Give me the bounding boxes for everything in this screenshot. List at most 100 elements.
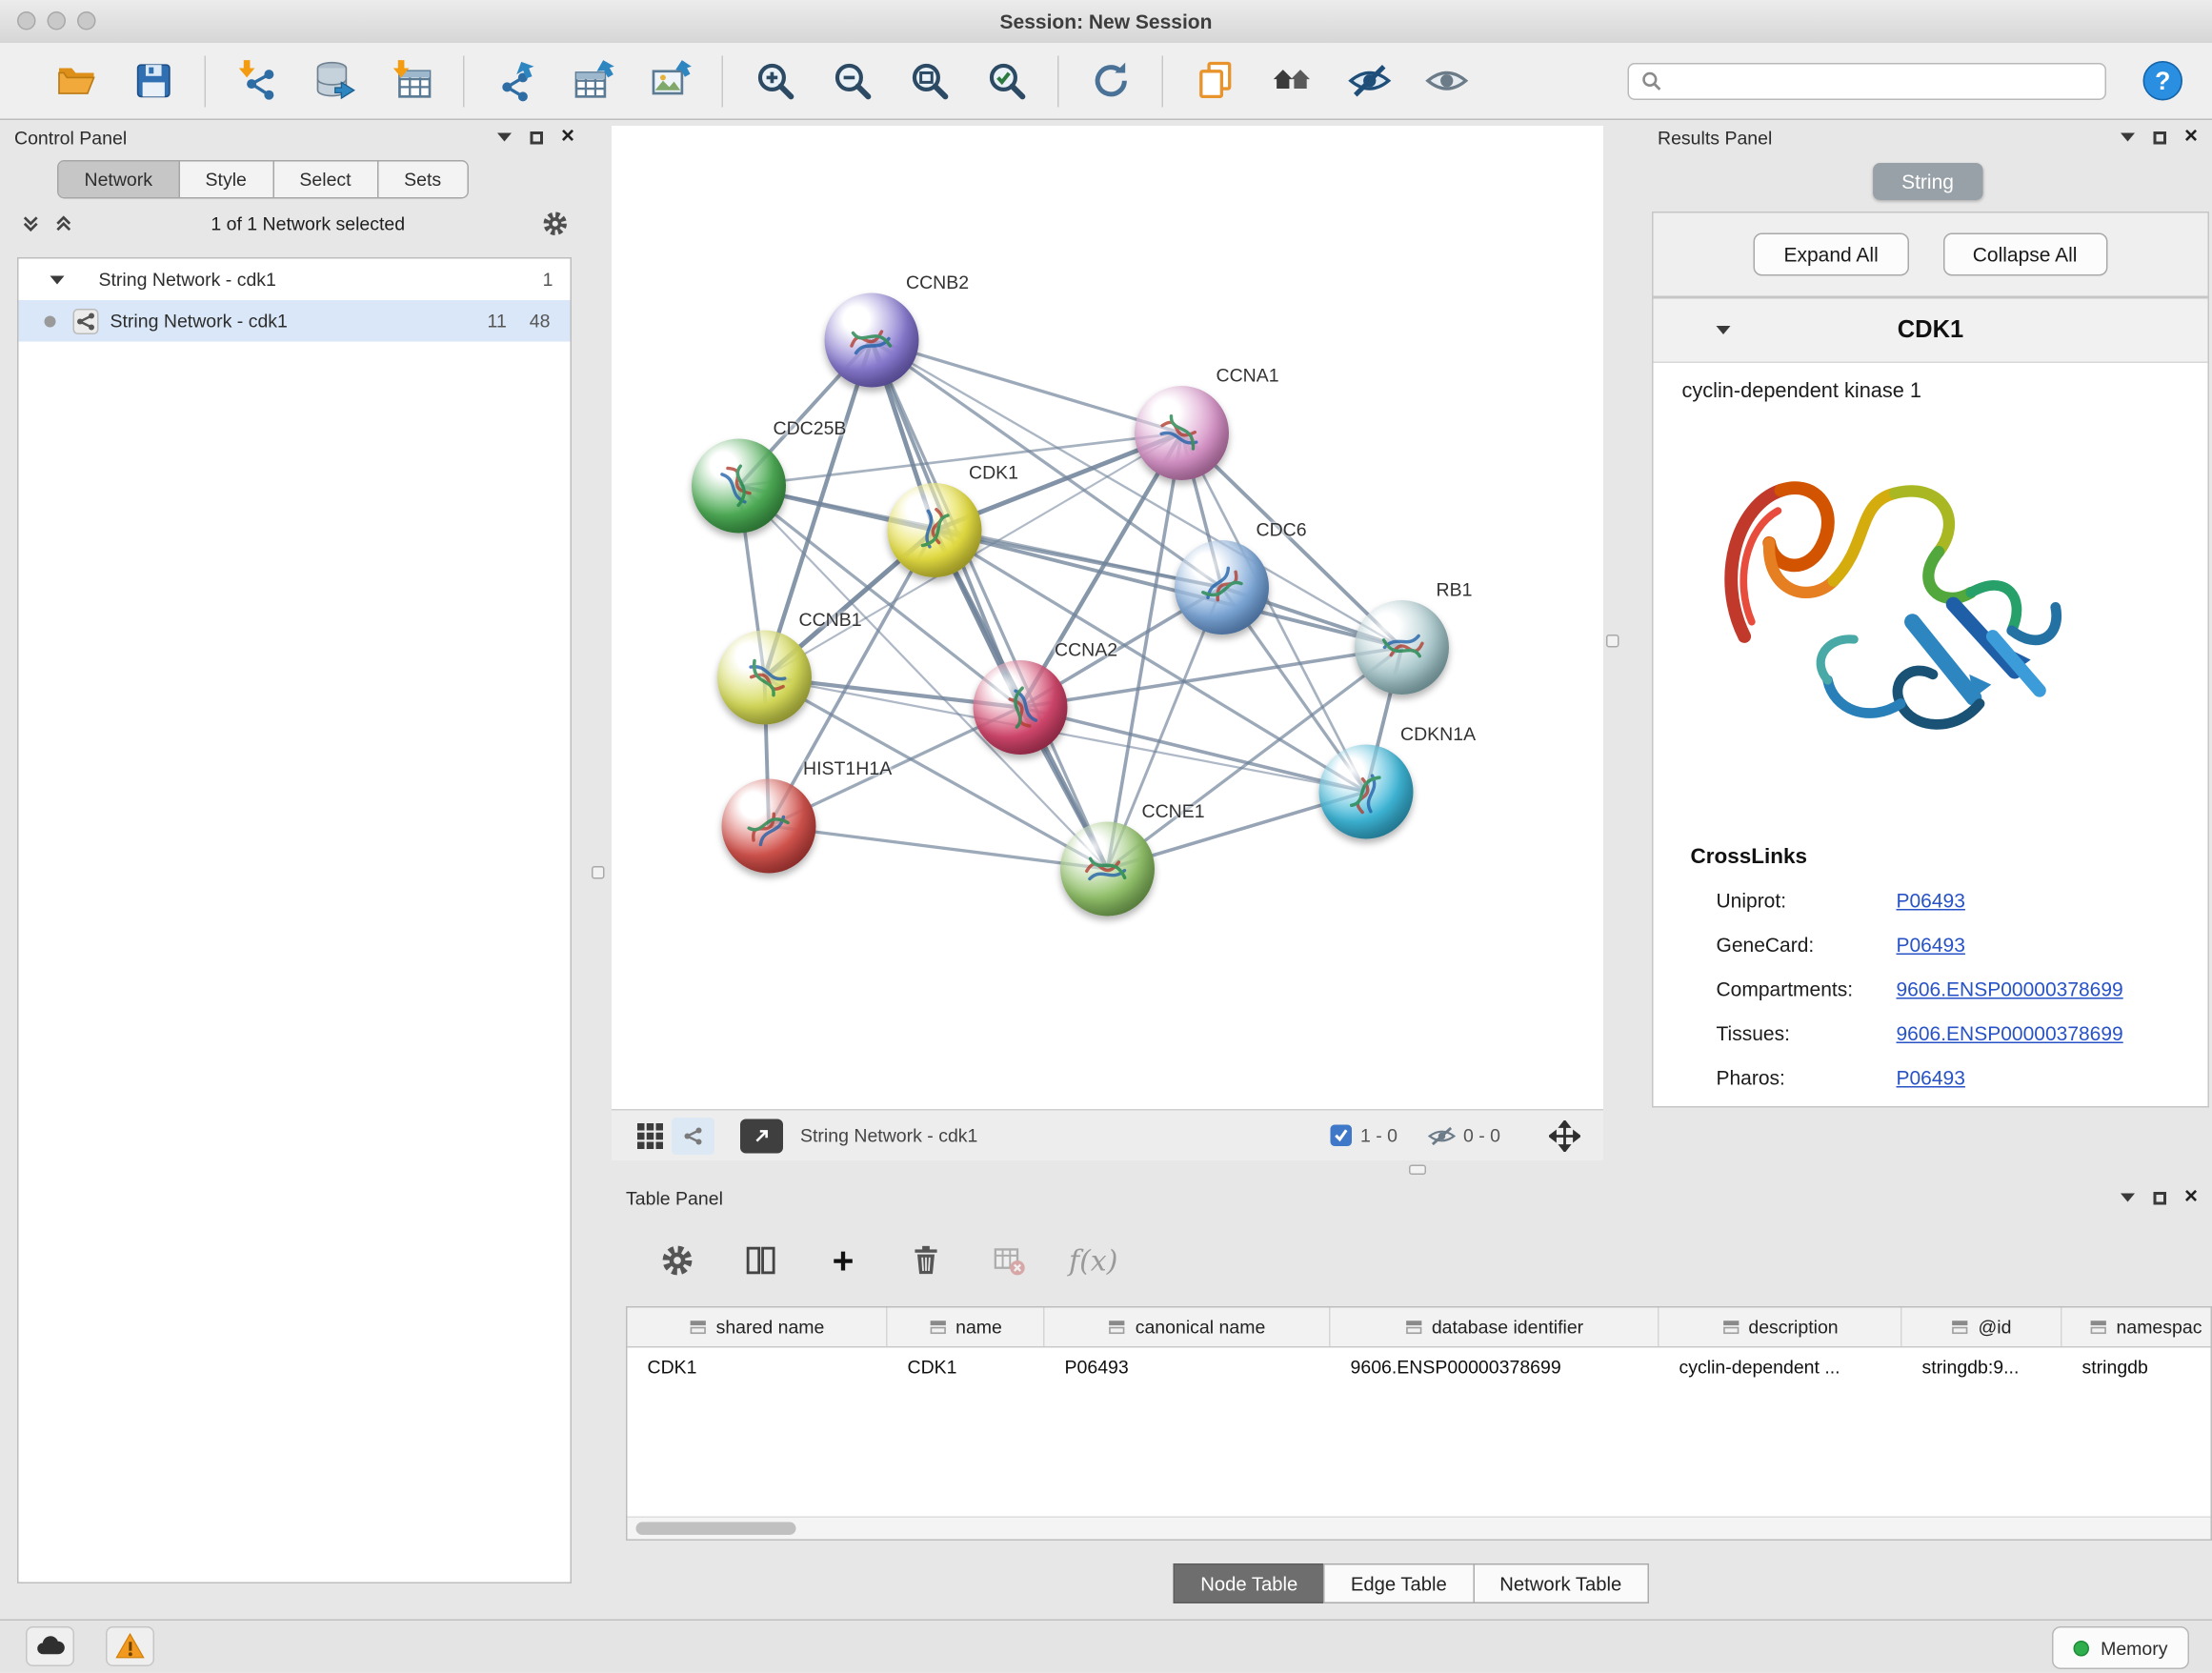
collapse-tree-icon[interactable] bbox=[53, 212, 75, 234]
panel-menu-icon[interactable] bbox=[2120, 1194, 2134, 1202]
node-CCNA1[interactable] bbox=[1135, 386, 1229, 480]
crosslink-link[interactable]: 9606.ENSP00000378699 bbox=[1897, 977, 2123, 999]
node-CDKN1A[interactable] bbox=[1319, 745, 1414, 839]
panel-close-icon[interactable]: × bbox=[2184, 126, 2198, 149]
import-network-database-button[interactable] bbox=[308, 52, 362, 110]
minimize-window-button[interactable] bbox=[48, 11, 67, 30]
zoom-in-button[interactable] bbox=[748, 52, 802, 110]
column-header-name[interactable]: name bbox=[888, 1308, 1045, 1347]
expand-all-button[interactable]: Expand All bbox=[1754, 233, 1908, 276]
network-canvas[interactable]: CCNB2CCNA1CDC25BCDK1CDC6RB1CCNB1CCNA2CDK… bbox=[612, 126, 1603, 1109]
column-header-namespac[interactable]: namespac bbox=[2062, 1308, 2212, 1347]
gear-icon[interactable] bbox=[542, 210, 570, 237]
node-CCNB1[interactable] bbox=[717, 631, 812, 725]
export-table-button[interactable] bbox=[566, 52, 620, 110]
left-splitter-handle[interactable] bbox=[592, 866, 605, 879]
right-splitter-handle[interactable] bbox=[1606, 635, 1619, 648]
open-session-button[interactable] bbox=[49, 52, 103, 110]
panel-float-icon[interactable] bbox=[2153, 1191, 2166, 1204]
node-CCNE1[interactable] bbox=[1060, 822, 1155, 917]
network-collection-row[interactable]: String Network - cdk1 1 bbox=[19, 259, 571, 301]
node-CCNB2[interactable] bbox=[825, 293, 919, 388]
search-box[interactable] bbox=[1628, 62, 2107, 99]
column-header-canonical-name[interactable]: canonical name bbox=[1045, 1308, 1331, 1347]
panel-menu-icon[interactable] bbox=[2120, 133, 2134, 142]
delete-column-button[interactable] bbox=[903, 1238, 949, 1283]
delete-table-button[interactable] bbox=[986, 1238, 1032, 1283]
hide-selected-button[interactable] bbox=[1342, 52, 1397, 110]
export-network-button[interactable] bbox=[489, 52, 543, 110]
cloud-status-button[interactable] bbox=[26, 1626, 74, 1666]
export-image-button[interactable] bbox=[643, 52, 697, 110]
tab-network[interactable]: Network bbox=[59, 162, 180, 198]
column-header-shared-name[interactable]: shared name bbox=[628, 1308, 888, 1347]
crosslink-link[interactable]: P06493 bbox=[1897, 1065, 1965, 1088]
function-builder-button[interactable]: f(x) bbox=[1069, 1243, 1117, 1278]
expand-tree-icon[interactable] bbox=[20, 212, 42, 234]
import-table-file-button[interactable] bbox=[385, 52, 439, 110]
zoom-out-button[interactable] bbox=[825, 52, 879, 110]
tab-style[interactable]: Style bbox=[180, 162, 274, 198]
scrollbar-thumb[interactable] bbox=[636, 1522, 796, 1536]
duplicate-network-button[interactable] bbox=[1188, 52, 1242, 110]
collapse-all-button[interactable]: Collapse All bbox=[1942, 233, 2107, 276]
crosslink-link[interactable]: 9606.ENSP00000378699 bbox=[1897, 1021, 2123, 1044]
warnings-button[interactable] bbox=[106, 1626, 154, 1666]
memory-button[interactable]: Memory bbox=[2052, 1626, 2189, 1669]
table-cell[interactable]: P06493 bbox=[1045, 1348, 1331, 1387]
node-CDC25B[interactable] bbox=[692, 439, 786, 534]
column-header-@id[interactable]: @id bbox=[1902, 1308, 2062, 1347]
node-HIST1H1A[interactable] bbox=[722, 779, 816, 874]
crosslink-link[interactable]: P06493 bbox=[1897, 933, 1965, 956]
panel-close-icon[interactable]: × bbox=[561, 126, 574, 149]
node-RB1[interactable] bbox=[1355, 600, 1449, 695]
gene-card-header[interactable]: CDK1 bbox=[1654, 299, 2208, 364]
selected-checkbox-icon[interactable] bbox=[1330, 1125, 1352, 1147]
node-CCNA2[interactable] bbox=[974, 660, 1068, 755]
node-CDK1[interactable] bbox=[888, 483, 982, 577]
column-header-description[interactable]: description bbox=[1659, 1308, 1902, 1347]
bottom-splitter-handle[interactable] bbox=[1409, 1165, 1426, 1176]
tab-select[interactable]: Select bbox=[273, 162, 378, 198]
grid-view-icon[interactable] bbox=[629, 1117, 672, 1154]
panel-float-icon[interactable] bbox=[2153, 131, 2166, 144]
crosslink-link[interactable]: P06493 bbox=[1897, 888, 1965, 911]
hidden-eye-icon[interactable] bbox=[1420, 1117, 1463, 1154]
pan-crosshair-icon[interactable] bbox=[1543, 1117, 1586, 1154]
table-horizontal-scrollbar[interactable] bbox=[628, 1517, 2211, 1540]
column-header-database-identifier[interactable]: database identifier bbox=[1331, 1308, 1659, 1347]
detach-view-button[interactable] bbox=[740, 1119, 783, 1153]
zoom-fit-button[interactable] bbox=[902, 52, 956, 110]
zoom-window-button[interactable] bbox=[77, 11, 96, 30]
add-column-button[interactable]: + bbox=[820, 1238, 866, 1283]
tab-string[interactable]: String bbox=[1873, 163, 1982, 200]
table-cell[interactable]: CDK1 bbox=[888, 1348, 1045, 1387]
save-session-button[interactable] bbox=[126, 52, 180, 110]
tab-edge-table[interactable]: Edge Table bbox=[1323, 1563, 1474, 1603]
node-CDC6[interactable] bbox=[1175, 540, 1269, 635]
table-settings-button[interactable] bbox=[654, 1238, 700, 1283]
close-window-button[interactable] bbox=[17, 11, 36, 30]
gene-collapse-icon[interactable] bbox=[1717, 326, 1731, 334]
table-cell[interactable]: 9606.ENSP00000378699 bbox=[1331, 1348, 1659, 1387]
network-share-icon[interactable] bbox=[672, 1117, 714, 1154]
collection-expand-icon[interactable] bbox=[50, 275, 65, 284]
help-button[interactable]: ? bbox=[2135, 52, 2189, 110]
table-cell[interactable]: cyclin-dependent ... bbox=[1659, 1348, 1902, 1387]
manage-networks-button[interactable] bbox=[1265, 52, 1319, 110]
panel-close-icon[interactable]: × bbox=[2184, 1186, 2198, 1209]
search-input[interactable] bbox=[1671, 69, 2094, 93]
import-network-file-button[interactable] bbox=[231, 52, 285, 110]
table-cell[interactable]: stringdb:9... bbox=[1902, 1348, 2062, 1387]
tab-sets[interactable]: Sets bbox=[378, 162, 467, 198]
table-cell[interactable]: CDK1 bbox=[628, 1348, 888, 1387]
show-hidden-button[interactable] bbox=[1419, 52, 1474, 110]
panel-float-icon[interactable] bbox=[530, 131, 543, 144]
panel-menu-icon[interactable] bbox=[496, 133, 511, 142]
table-row[interactable]: CDK1CDK1P064939606.ENSP00000378699cyclin… bbox=[628, 1348, 2211, 1387]
tab-node-table[interactable]: Node Table bbox=[1174, 1563, 1325, 1603]
table-cell[interactable]: stringdb bbox=[2062, 1348, 2212, 1387]
network-row[interactable]: String Network - cdk1 11 48 bbox=[19, 300, 571, 342]
tab-network-table[interactable]: Network Table bbox=[1473, 1563, 1649, 1603]
refresh-button[interactable] bbox=[1083, 52, 1137, 110]
